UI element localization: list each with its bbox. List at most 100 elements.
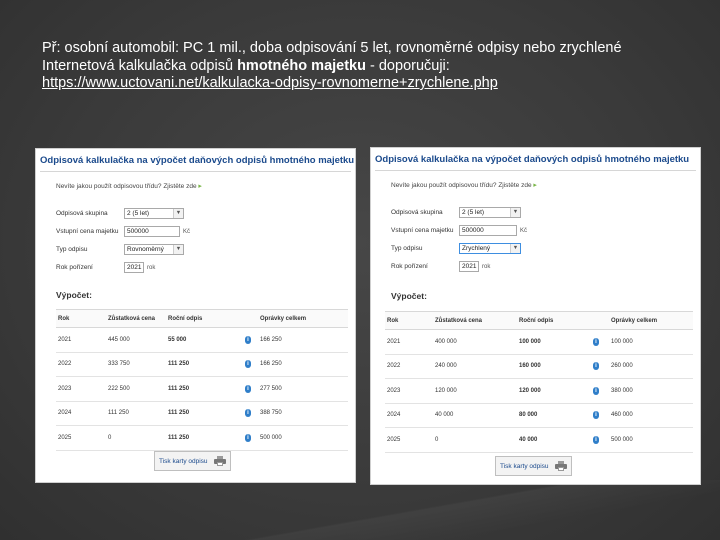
info-icon[interactable]: i: [245, 360, 251, 369]
cell-total: 277 500: [258, 376, 348, 402]
price-label: Vstupní cena majetku: [56, 228, 119, 235]
price-unit: Kč: [183, 228, 191, 235]
type-label: Typ odpisu: [391, 245, 423, 252]
cell-annual: 111 250: [166, 401, 236, 426]
cell-year: 2022: [385, 354, 433, 379]
form-row-type: Typ odpisu Zrychlený ▼: [391, 242, 521, 255]
price-input[interactable]: 500000: [124, 226, 180, 237]
group-value: 2 (5 let): [127, 210, 150, 217]
info-cell: i: [581, 329, 609, 355]
info-icon[interactable]: i: [593, 411, 599, 420]
cell-year: 2023: [56, 376, 106, 402]
print-label: Tisk karty odpisu: [500, 462, 549, 470]
intro-line-1: Př: osobní automobil: PC 1 mil., doba od…: [42, 40, 622, 56]
type-select[interactable]: Zrychlený ▼: [459, 243, 521, 254]
chevron-down-icon: ▼: [173, 209, 183, 218]
cell-year: 2024: [56, 401, 106, 426]
price-value: 500000: [462, 227, 484, 234]
info-icon[interactable]: i: [593, 362, 599, 371]
info-icon[interactable]: i: [245, 409, 251, 418]
hint-link[interactable]: Nevíte jakou použít odpisovou třídu? Zji…: [391, 181, 537, 189]
info-icon[interactable]: i: [593, 386, 599, 395]
type-value: Rovnoměrný: [127, 246, 164, 253]
type-value: Zrychlený: [462, 245, 491, 252]
cell-total: 500 000: [609, 427, 693, 453]
col-residual: Zůstatková cena: [106, 309, 166, 328]
table-row: 2024 40 000 80 000 i 460 000: [385, 403, 693, 428]
divider: [375, 170, 696, 171]
cell-annual: 80 000: [517, 403, 581, 428]
cell-year: 2023: [385, 378, 433, 404]
panel-title: Odpisová kalkulačka na výpočet daňových …: [40, 155, 355, 166]
year-select[interactable]: 2021: [124, 262, 144, 273]
price-unit: Kč: [520, 227, 528, 234]
price-label: Vstupní cena majetku: [391, 227, 454, 234]
hint-link[interactable]: Nevíte jakou použít odpisovou třídu? Zji…: [56, 182, 202, 190]
cell-year: 2021: [56, 327, 106, 353]
cell-residual: 0: [106, 425, 166, 451]
table-row: 2021 400 000 100 000 i 100 000: [385, 329, 693, 355]
section-title: Výpočet:: [56, 290, 92, 300]
group-label: Odpisová skupina: [56, 210, 108, 217]
table-row: 2022 240 000 160 000 i 260 000: [385, 354, 693, 379]
table-row: 2025 0 40 000 i 500 000: [385, 427, 693, 453]
arrow-right-icon: ▸: [533, 182, 537, 189]
price-input[interactable]: 500000: [459, 225, 517, 236]
info-cell: i: [581, 427, 609, 453]
form-row-group: Odpisová skupina 2 (5 let) ▼: [56, 207, 184, 220]
table-row: 2023 120 000 120 000 i 380 000: [385, 378, 693, 404]
chevron-down-icon: ▼: [510, 244, 520, 253]
cell-total: 380 000: [609, 378, 693, 404]
form-row-type: Typ odpisu Rovnoměrný ▼: [56, 243, 184, 256]
info-cell: i: [581, 354, 609, 379]
year-unit: rok: [147, 264, 156, 271]
info-icon[interactable]: i: [245, 433, 251, 442]
table-row: 2022 333 750 111 250 i 166 250: [56, 352, 348, 377]
cell-annual: 120 000: [517, 378, 581, 404]
year-label: Rok pořízení: [391, 263, 428, 270]
cell-annual: 111 250: [166, 352, 236, 377]
print-card-button[interactable]: Tisk karty odpisu: [495, 456, 572, 476]
intro-line-2: Internetová kalkulačka odpisů hmotného m…: [42, 58, 682, 76]
cell-annual: 100 000: [517, 329, 581, 355]
col-year: Rok: [56, 309, 106, 328]
cell-residual: 240 000: [433, 354, 517, 379]
hint-text[interactable]: Nevíte jakou použít odpisovou třídu? Zji…: [56, 183, 197, 190]
cell-annual: 111 250: [166, 376, 236, 402]
info-icon[interactable]: i: [593, 435, 599, 444]
cell-total: 388 750: [258, 401, 348, 426]
year-select[interactable]: 2021: [459, 261, 479, 272]
cell-residual: 40 000: [433, 403, 517, 428]
cell-total: 500 000: [258, 425, 348, 451]
info-cell: i: [236, 425, 258, 451]
info-cell: i: [236, 376, 258, 402]
print-card-button[interactable]: Tisk karty odpisu: [154, 451, 231, 471]
table-row: 2021 445 000 55 000 i 166 250: [56, 327, 348, 353]
intro-line-2-suffix: - doporučuji:: [365, 57, 450, 74]
cell-residual: 333 750: [106, 352, 166, 377]
info-icon[interactable]: i: [245, 335, 251, 344]
printer-icon: [554, 461, 567, 471]
chevron-down-icon: ▼: [173, 245, 183, 254]
type-select[interactable]: Rovnoměrný ▼: [124, 244, 184, 255]
table-row: 2024 111 250 111 250 i 388 750: [56, 401, 348, 426]
group-select[interactable]: 2 (5 let) ▼: [124, 208, 184, 219]
year-value: 2021: [462, 263, 477, 270]
info-icon[interactable]: i: [245, 384, 251, 393]
calculator-link[interactable]: https://www.uctovani.net/kalkulacka-odpi…: [42, 75, 498, 91]
table-header-row: Rok Zůstatková cena Roční odpis Oprávky …: [56, 309, 348, 328]
info-cell: i: [236, 327, 258, 353]
info-icon[interactable]: i: [593, 337, 599, 346]
slide-decoration: [0, 480, 720, 540]
cell-total: 260 000: [609, 354, 693, 379]
cell-annual: 55 000: [166, 327, 236, 353]
cell-total: 166 250: [258, 327, 348, 353]
year-label: Rok pořízení: [56, 264, 93, 271]
hint-text[interactable]: Nevíte jakou použít odpisovou třídu? Zji…: [391, 182, 532, 189]
cell-residual: 222 500: [106, 376, 166, 402]
group-select[interactable]: 2 (5 let) ▼: [459, 207, 521, 218]
cell-year: 2025: [56, 425, 106, 451]
col-residual: Zůstatková cena: [433, 311, 517, 330]
arrow-right-icon: ▸: [198, 183, 202, 190]
form-row-price: Vstupní cena majetku 500000 Kč: [391, 224, 527, 237]
